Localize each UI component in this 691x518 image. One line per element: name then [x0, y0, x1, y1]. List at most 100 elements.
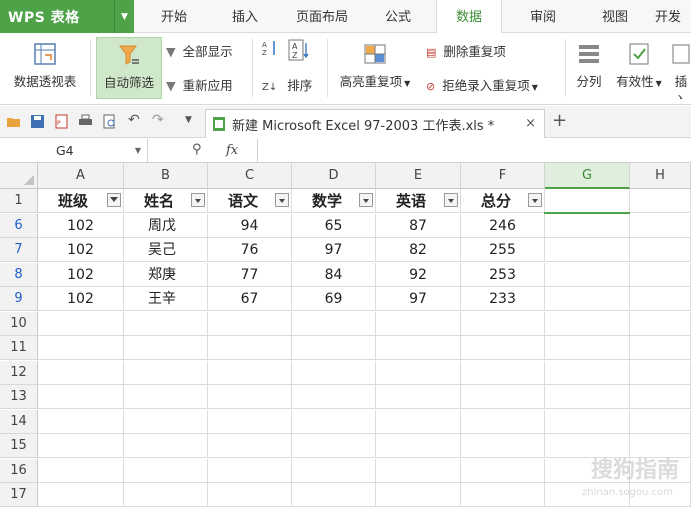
data-cell[interactable]: 92	[376, 262, 461, 287]
empty-cell[interactable]	[292, 434, 376, 458]
empty-cell[interactable]	[461, 458, 545, 483]
data-cell[interactable]: 233	[461, 287, 545, 311]
new-tab-icon[interactable]: +	[552, 110, 567, 131]
header-cell[interactable]: 班级	[38, 189, 124, 213]
empty-cell[interactable]	[38, 458, 124, 483]
empty-cell[interactable]	[292, 385, 376, 409]
empty-cell[interactable]	[292, 483, 376, 507]
empty-cell[interactable]	[38, 385, 124, 409]
empty-cell[interactable]	[461, 336, 545, 360]
empty-cell[interactable]	[630, 287, 691, 311]
empty-cell[interactable]	[124, 483, 208, 507]
empty-cell[interactable]	[292, 458, 376, 483]
empty-cell[interactable]	[461, 311, 545, 336]
empty-cell[interactable]	[545, 385, 630, 409]
tab-review[interactable]: 审阅	[517, 0, 569, 33]
header-cell[interactable]: 语文	[208, 189, 292, 213]
data-cell[interactable]: 94	[208, 213, 292, 238]
filter-dropdown-icon[interactable]	[528, 193, 542, 207]
row-header[interactable]: 15	[0, 434, 38, 458]
row-header[interactable]: 16	[0, 458, 38, 483]
pivot-table-button[interactable]: 数据透视表	[6, 37, 84, 99]
empty-cell[interactable]	[292, 336, 376, 360]
document-tab[interactable]: 新建 Microsoft Excel 97-2003 工作表.xls * ×	[205, 109, 545, 138]
column-header-f[interactable]: F	[461, 163, 545, 189]
show-all-button[interactable]: ▼ 全部显示	[166, 41, 233, 60]
empty-cell[interactable]	[124, 409, 208, 434]
empty-cell[interactable]	[545, 213, 630, 238]
close-icon[interactable]: ×	[525, 116, 536, 131]
print-icon[interactable]	[78, 114, 93, 129]
empty-cell[interactable]	[630, 385, 691, 409]
empty-cell[interactable]	[545, 336, 630, 360]
header-cell[interactable]: 姓名	[124, 189, 208, 213]
empty-cell[interactable]	[630, 336, 691, 360]
reapply-button[interactable]: ▼ 重新应用	[166, 75, 233, 94]
empty-cell[interactable]	[124, 311, 208, 336]
split-column-button[interactable]: 分列	[570, 37, 608, 99]
empty-cell[interactable]	[208, 483, 292, 507]
reject-duplicates-button[interactable]: ⊘ 拒绝录入重复项 ▼	[426, 75, 538, 94]
empty-cell[interactable]	[38, 409, 124, 434]
empty-cell[interactable]	[376, 458, 461, 483]
data-cell[interactable]: 王辛	[124, 287, 208, 311]
chevron-down-icon[interactable]: ▼	[135, 139, 141, 163]
column-header-h[interactable]: H	[630, 163, 691, 189]
print-preview-icon[interactable]	[102, 114, 117, 129]
row-header[interactable]: 17	[0, 483, 38, 507]
empty-cell[interactable]	[38, 311, 124, 336]
sort-descending-button[interactable]: Z↓ 排序	[262, 75, 312, 94]
empty-cell[interactable]	[545, 311, 630, 336]
tab-view[interactable]: 视图	[590, 0, 640, 33]
filter-dropdown-icon[interactable]	[191, 193, 205, 207]
tab-formula[interactable]: 公式	[372, 0, 424, 33]
data-cell[interactable]: 67	[208, 287, 292, 311]
data-cell[interactable]: 69	[292, 287, 376, 311]
column-header-d[interactable]: D	[292, 163, 376, 189]
empty-cell[interactable]	[124, 434, 208, 458]
data-cell[interactable]: 87	[376, 213, 461, 238]
highlight-duplicates-button[interactable]: 高亮重复项 ▼	[334, 37, 416, 99]
empty-cell[interactable]	[208, 360, 292, 385]
column-header-g[interactable]: G	[545, 163, 630, 189]
insert-button[interactable]: 插入	[670, 37, 691, 99]
empty-cell[interactable]	[38, 336, 124, 360]
empty-cell[interactable]	[461, 434, 545, 458]
row-header[interactable]: 11	[0, 336, 38, 360]
column-header-c[interactable]: C	[208, 163, 292, 189]
empty-cell[interactable]	[376, 385, 461, 409]
data-cell[interactable]: 255	[461, 238, 545, 262]
export-pdf-icon[interactable]: P	[54, 114, 69, 129]
empty-cell[interactable]	[208, 434, 292, 458]
empty-cell[interactable]	[38, 483, 124, 507]
tab-home[interactable]: 开始	[148, 0, 200, 33]
empty-cell[interactable]	[630, 409, 691, 434]
empty-cell[interactable]	[461, 360, 545, 385]
sort-ascending-button[interactable]: A Z	[262, 39, 278, 60]
filter-dropdown-icon[interactable]	[275, 193, 289, 207]
row-header[interactable]: 12	[0, 360, 38, 385]
row-header[interactable]: 10	[0, 311, 38, 336]
data-cell[interactable]: 65	[292, 213, 376, 238]
data-cell[interactable]: 97	[292, 238, 376, 262]
chevron-down-icon[interactable]: ▼	[114, 0, 134, 33]
empty-cell[interactable]	[545, 409, 630, 434]
empty-cell[interactable]	[630, 360, 691, 385]
data-cell[interactable]: 97	[376, 287, 461, 311]
empty-cell[interactable]	[38, 434, 124, 458]
formula-input[interactable]	[258, 139, 691, 163]
empty-cell[interactable]	[124, 458, 208, 483]
empty-cell[interactable]	[545, 238, 630, 262]
data-cell[interactable]: 82	[376, 238, 461, 262]
column-header-e[interactable]: E	[376, 163, 461, 189]
empty-cell[interactable]	[630, 311, 691, 336]
row-header[interactable]: 1	[0, 189, 38, 213]
empty-cell[interactable]	[630, 189, 691, 213]
undo-icon[interactable]: ↶	[128, 112, 140, 128]
data-cell[interactable]: 吴己	[124, 238, 208, 262]
autofilter-button[interactable]: 自动筛选	[96, 37, 162, 99]
filter-dropdown-icon[interactable]	[444, 193, 458, 207]
row-header[interactable]: 13	[0, 385, 38, 409]
zoom-search-icon[interactable]: ⚲	[192, 142, 202, 157]
empty-cell[interactable]	[208, 409, 292, 434]
